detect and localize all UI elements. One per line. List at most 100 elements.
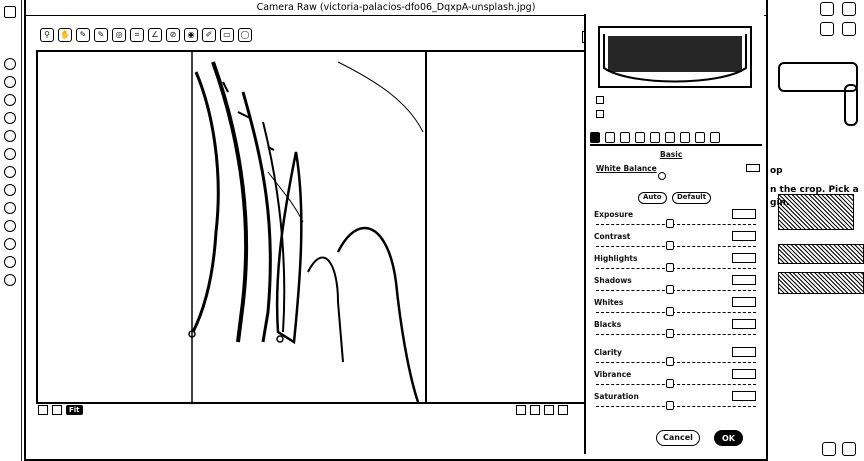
color-sampler-tool-icon[interactable]: ✎	[94, 28, 108, 42]
before-after-icon[interactable]	[530, 405, 540, 415]
history-brush-icon[interactable]	[4, 202, 16, 214]
slider-track[interactable]	[596, 268, 756, 269]
panel-icon[interactable]	[842, 22, 856, 36]
white-balance-tool-icon[interactable]: ✎	[76, 28, 90, 42]
ok-button[interactable]: OK	[714, 430, 743, 446]
view-toggle-icon[interactable]	[516, 405, 526, 415]
red-eye-tool-icon[interactable]: ◉	[184, 28, 198, 42]
target-adjustment-tool-icon[interactable]: ◎	[112, 28, 126, 42]
brush-tool-icon[interactable]	[4, 166, 16, 178]
slider-thumb[interactable]	[666, 357, 675, 366]
slider-clarity: Clarity	[592, 347, 760, 370]
preview-footer-left: Fit	[38, 405, 83, 415]
tab-split-toning[interactable]	[650, 132, 660, 143]
slider-highlights: Highlights	[592, 253, 760, 276]
slider-track[interactable]	[596, 290, 756, 291]
slider-value-field[interactable]	[732, 253, 756, 263]
slider-value-field[interactable]	[732, 391, 756, 401]
tab-tone-curve[interactable]	[605, 132, 615, 143]
scroll-thumb[interactable]	[844, 84, 858, 126]
shadow-clipping-icon[interactable]	[596, 96, 604, 104]
camera-raw-dialog: Camera Raw (victoria-palacios-dfo06_Dqxp…	[24, 0, 768, 461]
eraser-tool-icon[interactable]	[4, 220, 16, 232]
lasso-tool-icon[interactable]	[4, 76, 16, 88]
settings-icon[interactable]	[558, 405, 568, 415]
hand-tool-icon[interactable]: ✋	[58, 28, 72, 42]
slider-thumb[interactable]	[666, 219, 675, 228]
white-balance-label: White Balance	[596, 164, 657, 173]
slider-thumb[interactable]	[666, 379, 675, 388]
info-icon[interactable]	[596, 110, 604, 118]
slider-thumb[interactable]	[666, 401, 675, 410]
healing-tool-icon[interactable]	[4, 148, 16, 160]
temperature-thumb[interactable]	[658, 172, 666, 180]
marquee-tool-icon[interactable]	[4, 58, 16, 70]
slider-track[interactable]	[596, 384, 756, 385]
radial-filter-icon[interactable]: ◯	[238, 28, 252, 42]
learn-text: n the crop. Pick a	[770, 185, 859, 195]
slider-value-field[interactable]	[732, 319, 756, 329]
slider-value-field[interactable]	[732, 209, 756, 219]
slider-track[interactable]	[596, 362, 756, 363]
tab-effects[interactable]	[680, 132, 690, 143]
tab-hsl[interactable]	[635, 132, 645, 143]
eyedropper-tool-icon[interactable]	[4, 130, 16, 142]
crop-tool-icon[interactable]	[4, 112, 16, 124]
tab-camera-calibration[interactable]	[695, 132, 705, 143]
slider-value-field[interactable]	[732, 347, 756, 357]
slider-track[interactable]	[596, 246, 756, 247]
learn-thumbnail[interactable]	[778, 194, 854, 230]
graduated-filter-icon[interactable]: ▭	[220, 28, 234, 42]
dodge-tool-icon[interactable]	[4, 274, 16, 286]
learn-thumbnail[interactable]	[778, 244, 864, 264]
slider-track[interactable]	[596, 224, 756, 225]
panel-icon[interactable]	[842, 442, 856, 456]
slider-value-field[interactable]	[732, 297, 756, 307]
preview-footer-right	[516, 405, 568, 415]
blur-tool-icon[interactable]	[4, 256, 16, 268]
zoom-level[interactable]: Fit	[66, 405, 83, 415]
slider-value-field[interactable]	[732, 231, 756, 241]
slider-value-field[interactable]	[732, 369, 756, 379]
slider-thumb[interactable]	[666, 329, 675, 338]
slider-thumb[interactable]	[666, 241, 675, 250]
slider-whites: Whites	[592, 297, 760, 320]
tab-lens[interactable]	[665, 132, 675, 143]
slider-thumb[interactable]	[666, 307, 675, 316]
cancel-button[interactable]: Cancel	[656, 430, 700, 446]
slider-track[interactable]	[596, 406, 756, 407]
zoom-in-button[interactable]	[52, 405, 62, 415]
slider-blacks: Blacks	[592, 319, 760, 342]
crop-tool-icon[interactable]: ⌗	[130, 28, 144, 42]
slider-thumb[interactable]	[666, 263, 675, 272]
spot-removal-tool-icon[interactable]: ⊘	[166, 28, 180, 42]
learn-thumbnail[interactable]	[778, 272, 864, 294]
slider-value-field[interactable]	[732, 275, 756, 285]
panel-icon[interactable]	[820, 2, 834, 16]
gradient-tool-icon[interactable]	[4, 238, 16, 250]
straighten-tool-icon[interactable]: ∠	[148, 28, 162, 42]
slider-label: Shadows	[594, 276, 632, 285]
panel-icon[interactable]	[842, 2, 856, 16]
panel-icon[interactable]	[820, 22, 834, 36]
slider-label: Whites	[594, 298, 624, 307]
slider-track[interactable]	[596, 312, 756, 313]
wb-dropdown[interactable]	[746, 164, 760, 172]
auto-button[interactable]: Auto	[638, 192, 667, 204]
slider-thumb[interactable]	[666, 285, 675, 294]
stamp-tool-icon[interactable]	[4, 184, 16, 196]
swap-icon[interactable]	[544, 405, 554, 415]
adjustment-brush-icon[interactable]: ✐	[202, 28, 216, 42]
zoom-out-button[interactable]	[38, 405, 48, 415]
magic-wand-tool-icon[interactable]	[4, 94, 16, 106]
tab-basic[interactable]	[590, 132, 600, 143]
tab-detail[interactable]	[620, 132, 630, 143]
move-tool-icon[interactable]	[4, 6, 16, 18]
tab-presets[interactable]	[710, 132, 720, 143]
panel-icon[interactable]	[822, 442, 836, 456]
slider-track[interactable]	[596, 334, 756, 335]
default-button[interactable]: Default	[672, 192, 712, 204]
slider-vibrance: Vibrance	[592, 369, 760, 392]
zoom-tool-icon[interactable]: ⚲	[40, 28, 54, 42]
image-preview[interactable]	[36, 50, 596, 404]
